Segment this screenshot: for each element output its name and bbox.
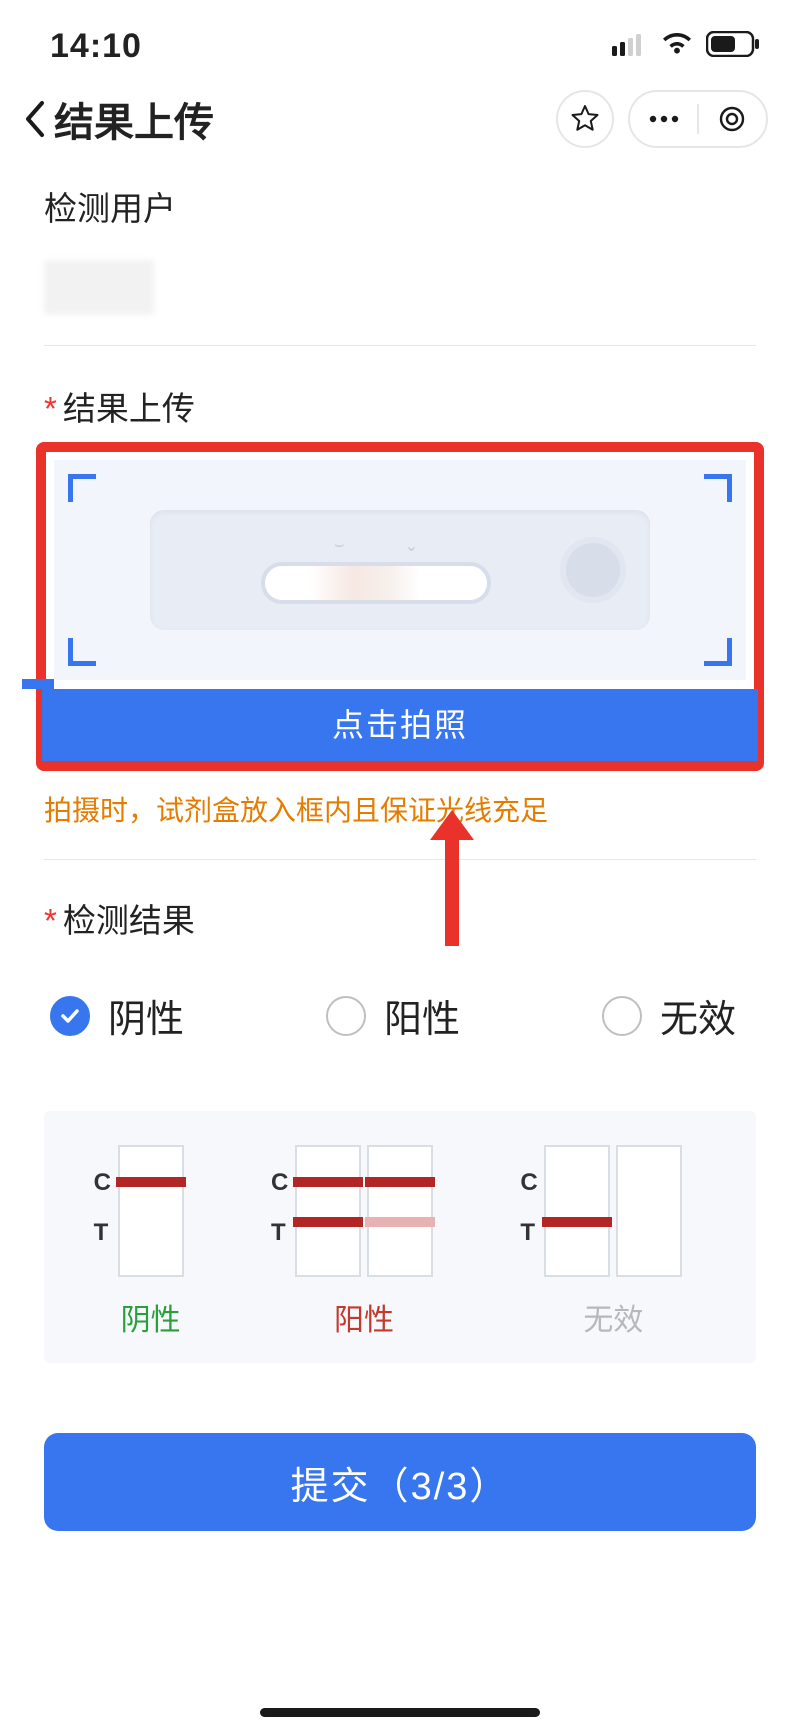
frame-corner [68, 474, 96, 502]
status-icons [612, 31, 760, 62]
test-kit-illustration: ⌣⌄ [150, 510, 650, 630]
user-name-redacted [44, 260, 154, 315]
section-upload: *结果上传 ⌣⌄ 点 [44, 366, 756, 860]
user-label: 检测用户 [44, 182, 756, 242]
more-button[interactable] [630, 115, 697, 123]
cellular-icon [612, 32, 648, 61]
check-icon [59, 1005, 81, 1027]
radio-label: 阴性 [108, 988, 184, 1043]
capsule-menu [628, 90, 768, 148]
radio-invalid[interactable]: 无效 [602, 988, 736, 1043]
legend-positive: CT 阳性 [295, 1145, 433, 1339]
back-button[interactable] [20, 97, 48, 141]
frame-corner [704, 638, 732, 666]
test-strip [367, 1145, 433, 1277]
radio-negative[interactable]: 阴性 [50, 988, 184, 1043]
result-radio-group: 阴性 阳性 无效 [44, 954, 756, 1057]
submit-button[interactable]: 提交（3/3） [44, 1433, 756, 1531]
annotation-highlight-box: ⌣⌄ 点击拍照 [36, 442, 764, 771]
section-user: 检测用户 [44, 166, 756, 346]
status-bar: 14:10 [0, 0, 800, 80]
result-legend: CT 阴性 CT [44, 1111, 756, 1363]
test-strip [616, 1145, 682, 1277]
battery-icon [706, 31, 760, 62]
legend-label: 无效 [583, 1295, 643, 1339]
test-strip: CT [544, 1145, 610, 1277]
page-title: 结果上传 [54, 90, 214, 148]
close-miniprogram-button[interactable] [699, 106, 766, 132]
radio-label: 阳性 [384, 988, 460, 1043]
close-circle-icon [719, 106, 745, 132]
chevron-left-icon [22, 99, 46, 139]
test-strip: CT [118, 1145, 184, 1277]
wifi-icon [660, 32, 694, 61]
annotation-arrow-icon [424, 806, 480, 953]
home-indicator[interactable] [260, 1708, 540, 1717]
photo-hint-text: 拍摄时，试剂盒放入框内且保证光线充足 [44, 771, 756, 860]
legend-label: 阴性 [121, 1295, 181, 1339]
kit-result-window [261, 562, 491, 604]
status-time: 14:10 [50, 27, 142, 66]
section-result: *检测结果 阴性 阳性 无效 [44, 860, 756, 1363]
result-label: *检测结果 [44, 894, 756, 954]
kit-sample-well [560, 537, 626, 603]
frame-corner [68, 638, 96, 666]
radio-label: 无效 [660, 988, 736, 1043]
more-icon [649, 115, 679, 123]
legend-label: 阳性 [334, 1295, 394, 1339]
required-star: * [44, 902, 57, 939]
take-photo-button[interactable]: 点击拍照 [42, 689, 758, 761]
favorite-button[interactable] [556, 90, 614, 148]
frame-corner [704, 474, 732, 502]
upload-label: *结果上传 [44, 382, 756, 442]
nav-header: 结果上传 [0, 80, 800, 166]
legend-invalid: CT 无效 [544, 1145, 682, 1339]
radio-positive[interactable]: 阳性 [326, 988, 460, 1043]
test-strip: CT [295, 1145, 361, 1277]
legend-negative: CT 阴性 [118, 1145, 184, 1339]
star-icon [570, 104, 600, 134]
required-star: * [44, 390, 57, 427]
camera-preview[interactable]: ⌣⌄ [54, 460, 746, 680]
